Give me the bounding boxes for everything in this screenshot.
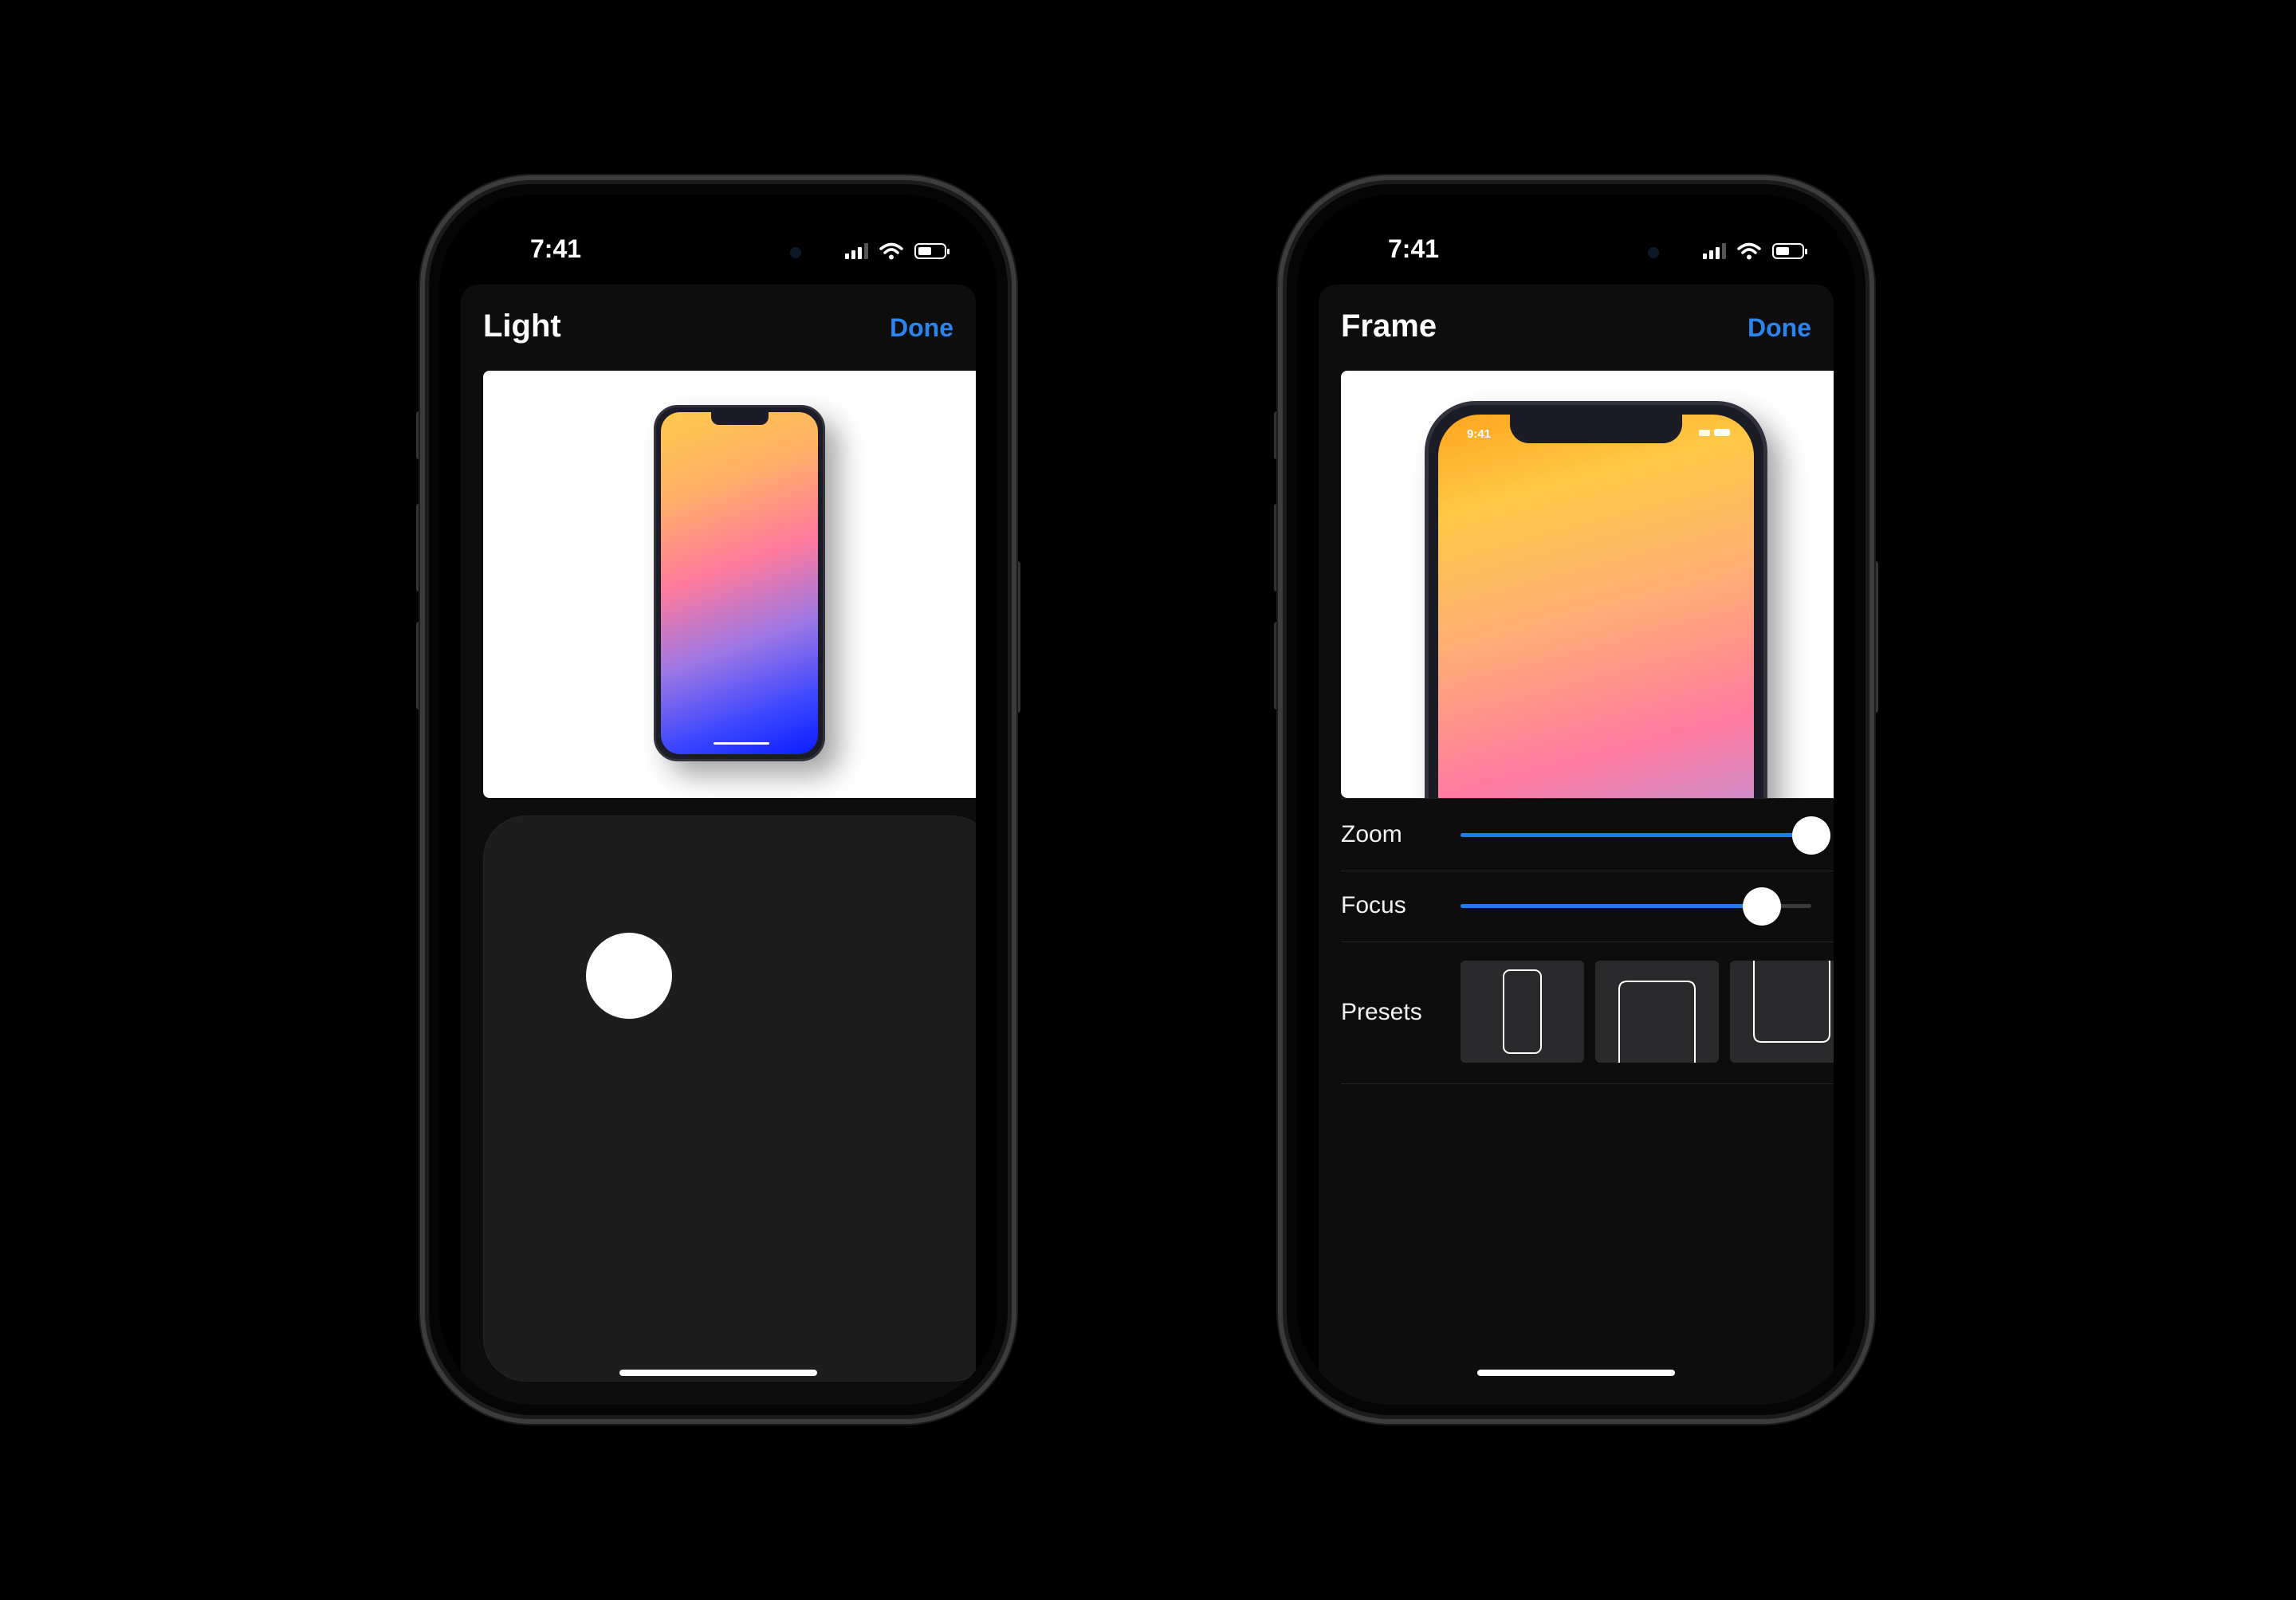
- done-button[interactable]: Done: [890, 313, 953, 343]
- wifi-icon: [1737, 242, 1761, 260]
- front-camera: [790, 247, 801, 258]
- battery-icon: [914, 243, 949, 259]
- device-screen: 7:41 Frame Done 9:41 Zoom Focus Presets: [1297, 195, 1855, 1405]
- home-indicator[interactable]: [619, 1370, 817, 1376]
- mockup-notch: [1510, 415, 1682, 443]
- status-icons: [845, 242, 949, 260]
- portrait-phone-icon: [1503, 969, 1542, 1054]
- mockup-phone: [654, 405, 825, 761]
- cellular-signal-icon: [1703, 243, 1726, 259]
- light-source-handle[interactable]: [586, 933, 672, 1019]
- front-camera: [1648, 247, 1659, 258]
- zoom-slider-thumb[interactable]: [1792, 816, 1830, 855]
- device-frame-right: 7:41 Frame Done 9:41 Zoom Focus Presets: [1274, 175, 1878, 1424]
- mockup-home-indicator: [714, 742, 769, 745]
- presets-list: [1461, 961, 1834, 1063]
- status-time: 7:41: [530, 234, 582, 263]
- mockup-preview: 9:41: [1341, 371, 1834, 798]
- presets-row: Presets: [1341, 942, 1834, 1084]
- light-position-pad[interactable]: [483, 816, 976, 1382]
- mockup-status-time: 9:41: [1467, 427, 1492, 441]
- battery-icon: [1772, 243, 1807, 259]
- zoom-slider[interactable]: [1461, 816, 1830, 855]
- mockup-screen: 9:41: [1438, 415, 1754, 798]
- sheet-title: Frame: [1341, 309, 1437, 344]
- mockup-status-icons: [1699, 429, 1730, 436]
- zoomed-phone-icon: [1618, 981, 1696, 1063]
- focus-slider-thumb[interactable]: [1743, 886, 1782, 926]
- focus-row: Focus: [1341, 870, 1834, 942]
- zoom-label: Zoom: [1341, 821, 1402, 847]
- status-icons: [1703, 242, 1807, 260]
- device-screen: 7:41 Light Done: [439, 195, 997, 1405]
- zoom-slider-fill: [1461, 833, 1811, 837]
- zoom-row: Zoom: [1341, 798, 1834, 871]
- done-button[interactable]: Done: [1748, 313, 1811, 343]
- mockup-screen: [661, 412, 818, 754]
- focus-slider[interactable]: [1461, 886, 1811, 926]
- device-frame-left: 7:41 Light Done: [416, 175, 1020, 1424]
- preset-zoomed-phone[interactable]: [1595, 961, 1719, 1063]
- preset-portrait-phone[interactable]: [1461, 961, 1584, 1063]
- sheet-title: Light: [483, 309, 561, 344]
- preset-close-up-phone[interactable]: [1730, 961, 1834, 1063]
- focus-label: Focus: [1341, 892, 1406, 918]
- home-indicator[interactable]: [1477, 1370, 1675, 1376]
- close-up-phone-icon: [1753, 961, 1830, 1043]
- mockup-preview: [483, 371, 976, 798]
- frame-sheet: Frame Done 9:41 Zoom Focus Presets: [1319, 285, 1834, 1405]
- wifi-icon: [879, 242, 903, 260]
- cellular-signal-icon: [845, 243, 868, 259]
- status-time: 7:41: [1388, 234, 1440, 263]
- mockup-notch: [710, 412, 769, 425]
- focus-slider-fill: [1461, 904, 1763, 908]
- mockup-phone: 9:41: [1425, 401, 1767, 798]
- light-sheet: Light Done: [461, 285, 976, 1405]
- presets-label: Presets: [1341, 999, 1422, 1025]
